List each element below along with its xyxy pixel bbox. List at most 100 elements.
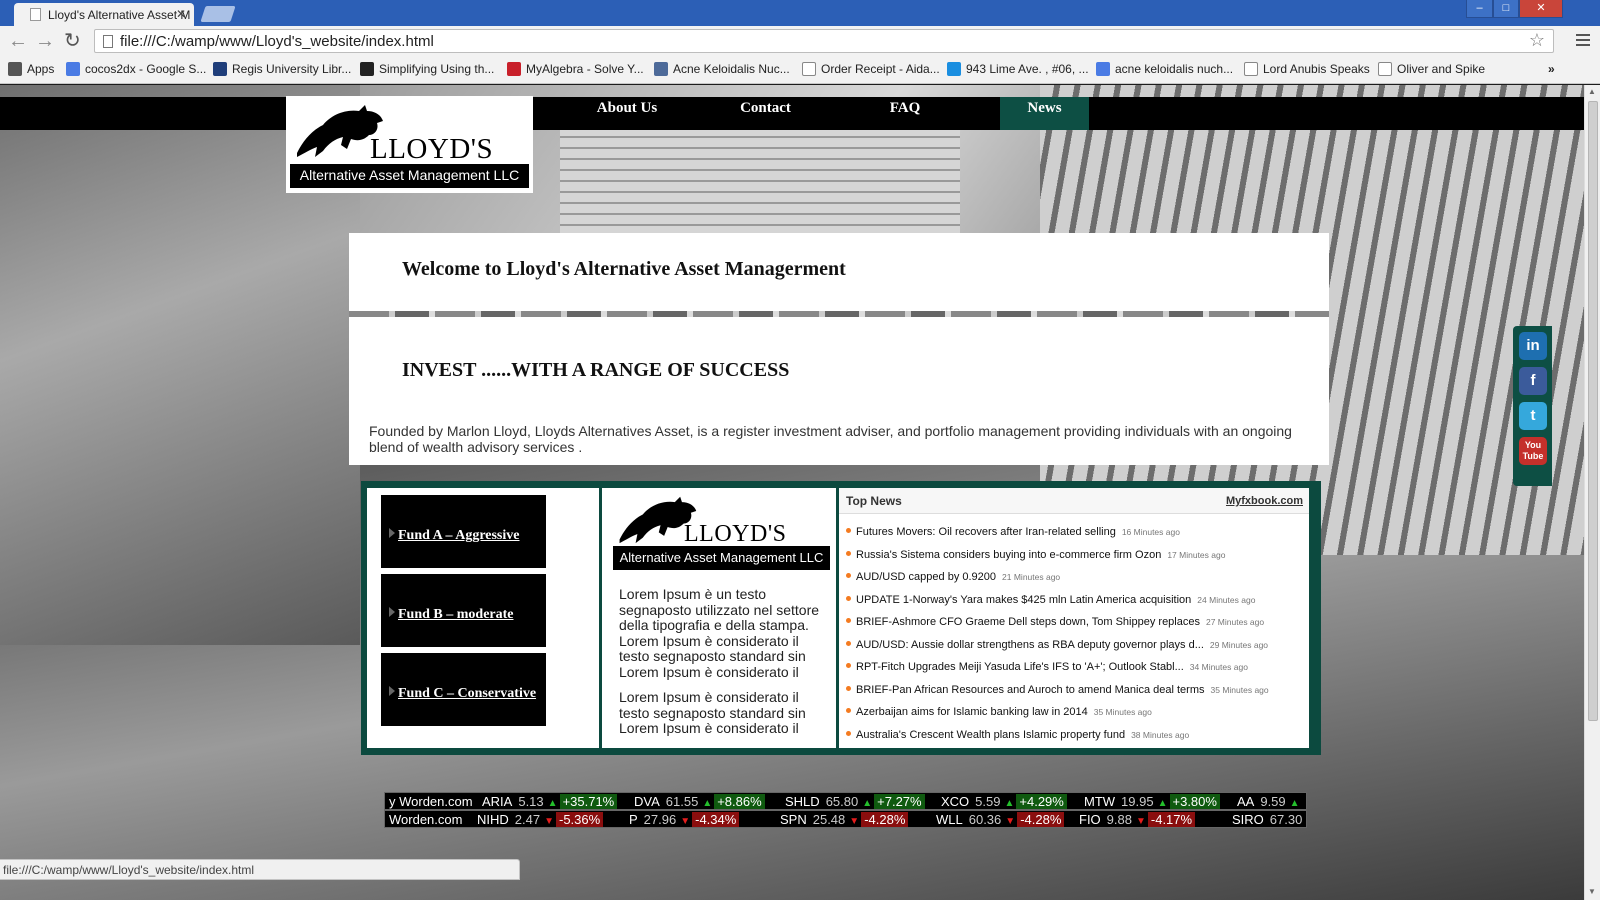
bookmark-item[interactable]: Simplifying Using th... (360, 62, 494, 76)
youtube-icon[interactable]: You Tube (1519, 437, 1547, 465)
bullet-icon (846, 640, 851, 646)
arrow-down-icon: ▼ (680, 816, 691, 827)
news-headline[interactable]: Australia's Crescent Wealth plans Islami… (856, 729, 1125, 741)
minimize-button[interactable]: – (1466, 0, 1493, 18)
scroll-up-arrow-icon[interactable]: ▲ (1588, 87, 1596, 96)
about-paragraph: Lorem Ipsum è un testo segnaposto utiliz… (619, 586, 820, 680)
bookmark-item[interactable]: cocos2dx - Google S... (66, 62, 206, 76)
news-headline[interactable]: Russia's Sistema considers buying into e… (856, 549, 1161, 561)
nav-contact[interactable]: Contact (696, 97, 835, 130)
reload-icon[interactable]: ↻ (64, 30, 81, 52)
bookmark-item[interactable]: MyAlgebra - Solve Y... (507, 62, 644, 76)
stock-symbol: XCO (941, 794, 970, 809)
stock-price: 65.80 (825, 794, 859, 809)
google-icon (1096, 62, 1110, 76)
bullet-icon (846, 595, 851, 601)
news-item[interactable]: AUD/USD: Aussie dollar strengthens as RB… (846, 639, 1268, 661)
bullet-icon (846, 528, 851, 533)
people-icon (654, 62, 668, 76)
fund-a-button[interactable]: Fund A – Aggressive (381, 495, 546, 568)
news-item[interactable]: Azerbaijan aims for Islamic banking law … (846, 706, 1152, 728)
news-title: Top News (846, 494, 902, 508)
arrow-right-icon (389, 607, 395, 617)
stock-ticker[interactable]: y Worden.com ARIA 5.13 ▲ +35.71% DVA 61.55 ▲ +8.… (384, 792, 1307, 810)
ticker-brand: Worden.com (389, 812, 463, 827)
top-news-widget: Top News Myfxbook.com Futures Movers: Oi… (839, 488, 1309, 748)
news-item[interactable]: Russia's Sistema considers buying into e… (846, 549, 1225, 571)
news-headline[interactable]: RPT-Fitch Upgrades Meiji Yasuda Life's I… (856, 661, 1184, 673)
news-timestamp: 35 Minutes ago (1210, 684, 1269, 695)
nav-faq[interactable]: FAQ (835, 97, 975, 130)
news-source-link[interactable]: Myfxbook.com (1226, 495, 1303, 507)
close-window-button[interactable]: ✕ (1519, 0, 1563, 18)
bookmark-item[interactable]: acne keloidalis nuch... (1096, 62, 1233, 76)
bookmark-item[interactable]: Oliver and Spike (1378, 62, 1485, 76)
news-headline[interactable]: BRIEF-Ashmore CFO Graeme Dell steps down… (856, 616, 1200, 628)
arrow-up-icon: ▲ (547, 798, 558, 809)
news-item[interactable]: Australia's Crescent Wealth plans Islami… (846, 729, 1189, 751)
bullet-icon (846, 663, 851, 668)
stock-symbol: P (629, 812, 638, 827)
address-bar[interactable]: file:///C:/wamp/www/Lloyd's_website/inde… (94, 29, 1554, 53)
news-headline[interactable]: BRIEF-Pan African Resources and Auroch t… (856, 684, 1205, 696)
stock-quote: XCO 5.59 ▲ +4.29% (941, 794, 1067, 809)
bookmark-item[interactable]: Acne Keloidalis Nuc... (654, 62, 790, 76)
page-icon (802, 62, 816, 76)
stock-ticker[interactable]: Worden.com NIHD 2.47 ▼ -5.36% P 27.96 ▼ -4.34% SP… (384, 810, 1307, 828)
stock-symbol: SHLD (785, 794, 820, 809)
bookmark-item[interactable]: Regis University Libr... (213, 62, 351, 76)
bookmark-label: Regis University Libr... (232, 62, 352, 76)
bookmark-item[interactable]: Apps (8, 62, 54, 76)
fund-c-link[interactable]: Fund C – Conservative (398, 686, 536, 702)
arrow-down-icon: ▼ (1306, 816, 1307, 827)
news-headline[interactable]: Futures Movers: Oil recovers after Iran-… (856, 526, 1116, 538)
news-headline[interactable]: Azerbaijan aims for Islamic banking law … (856, 706, 1088, 718)
bookmark-label: Lord Anubis Speaks (1263, 62, 1370, 76)
fund-c-button[interactable]: Fund C – Conservative (381, 653, 546, 726)
page-scrollbar[interactable]: ▲ ▼ (1584, 85, 1600, 900)
browser-tab[interactable]: Lloyd's Alternative Asset M ✕ (14, 3, 194, 26)
bookmark-star-icon[interactable]: ☆ (1529, 30, 1545, 51)
linkedin-icon[interactable]: in (1519, 332, 1547, 360)
news-item[interactable]: BRIEF-Ashmore CFO Graeme Dell steps down… (846, 616, 1264, 638)
address-url[interactable]: file:///C:/wamp/www/Lloyd's_website/inde… (120, 33, 434, 50)
scrollbar-thumb[interactable] (1588, 101, 1598, 721)
new-tab-button[interactable] (200, 6, 236, 22)
news-item[interactable]: RPT-Fitch Upgrades Meiji Yasuda Life's I… (846, 661, 1248, 683)
page-icon (1244, 62, 1258, 76)
logo-tagline: Alternative Asset Management LLC (290, 164, 529, 188)
bookmarks-overflow-button[interactable]: » (1548, 62, 1555, 76)
news-item[interactable]: UPDATE 1-Norway's Yara makes $425 mln La… (846, 594, 1255, 616)
scroll-down-arrow-icon[interactable]: ▼ (1588, 887, 1596, 896)
bookmark-item[interactable]: Order Receipt - Aida... (802, 62, 940, 76)
arrow-right-icon (389, 528, 395, 538)
twitter-icon[interactable]: t (1519, 402, 1547, 430)
news-headline[interactable]: AUD/USD: Aussie dollar strengthens as RB… (856, 639, 1204, 651)
maximize-button[interactable]: □ (1493, 0, 1519, 18)
chrome-menu-icon[interactable] (1576, 34, 1590, 46)
bookmark-item[interactable]: 943 Lime Ave. , #06, ... (947, 62, 1089, 76)
tab-close-icon[interactable]: ✕ (176, 7, 186, 21)
bookmark-label: Order Receipt - Aida... (821, 62, 940, 76)
news-item[interactable]: AUD/USD capped by 0.9200 21 Minutes ago (846, 571, 1060, 593)
facebook-icon[interactable]: f (1519, 367, 1547, 395)
fund-b-link[interactable]: Fund B – moderate (398, 607, 514, 623)
site-logo[interactable]: LLOYD'S Alternative Asset Management LLC (286, 96, 533, 193)
bookmark-label: Simplifying Using th... (379, 62, 495, 76)
stock-symbol: ARIA (482, 794, 513, 809)
fund-b-button[interactable]: Fund B – moderate (381, 574, 546, 647)
bookmark-item[interactable]: Lord Anubis Speaks (1244, 62, 1370, 76)
fund-a-link[interactable]: Fund A – Aggressive (398, 528, 520, 544)
forward-arrow-icon[interactable]: → (35, 30, 55, 52)
news-headline[interactable]: UPDATE 1-Norway's Yara makes $425 mln La… (856, 594, 1191, 606)
nav-news[interactable]: News (1000, 97, 1089, 130)
back-arrow-icon[interactable]: ← (8, 30, 28, 52)
news-headline[interactable]: AUD/USD capped by 0.9200 (856, 571, 996, 583)
news-item[interactable]: Futures Movers: Oil recovers after Iran-… (846, 526, 1180, 548)
arrow-up-icon: ▲ (1004, 798, 1015, 809)
myalgebra-icon (507, 62, 521, 76)
stock-quote: ARIA 5.13 ▲ +35.71% (482, 794, 618, 809)
tab-title: Lloyd's Alternative Asset M (48, 8, 191, 22)
nav-about-us[interactable]: About Us (558, 97, 696, 130)
news-item[interactable]: BRIEF-Pan African Resources and Auroch t… (846, 684, 1269, 706)
